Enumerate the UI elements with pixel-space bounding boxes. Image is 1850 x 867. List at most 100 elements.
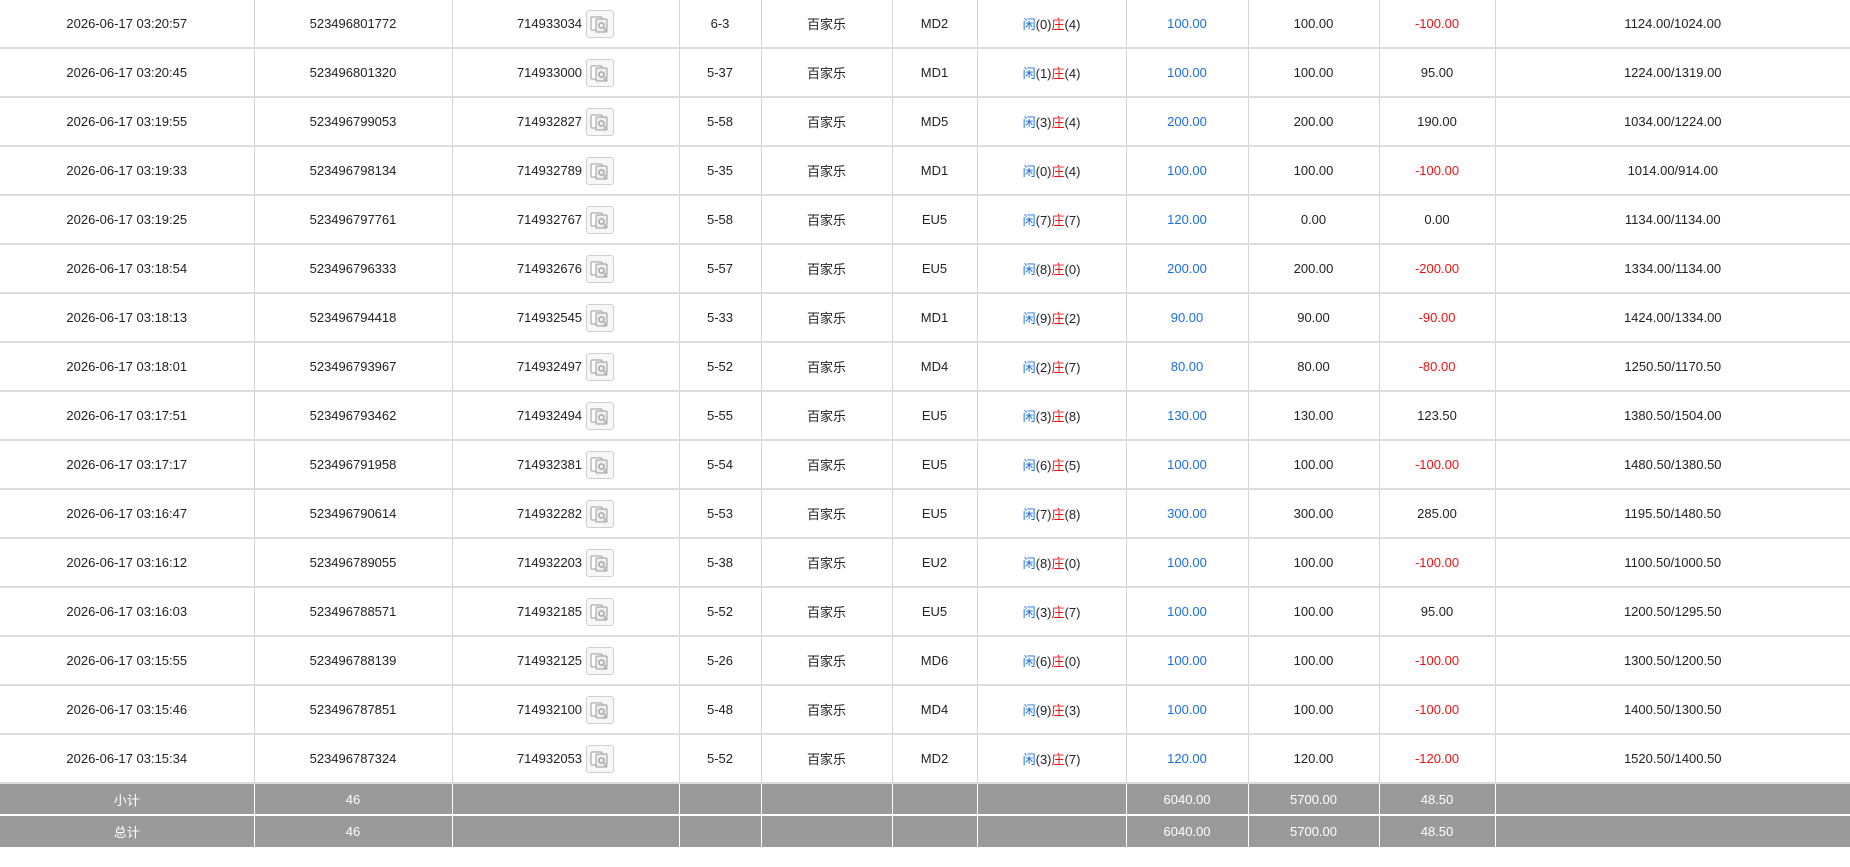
banker-label: 庄 [1051,703,1065,718]
table-row: 2026-06-17 03:16:03 523496788571 714932185… [0,587,1850,637]
card-detail-icon[interactable] [586,205,615,234]
valid-amount: 130.00 [1248,391,1380,441]
bet-amount: 100.00 [1126,440,1249,490]
banker-label: 庄 [1051,311,1065,326]
player-score: (1) [1035,66,1052,81]
banker-score: (7) [1064,605,1081,620]
table-row: 2026-06-17 03:20:57 523496801772 714933034… [0,0,1850,49]
valid-amount: 200.00 [1248,97,1380,147]
table-row: 2026-06-17 03:16:12 523496789055 714932203… [0,538,1850,588]
card-detail-icon[interactable] [586,303,615,332]
bet-time: 2026-06-17 03:19:55 [0,97,255,147]
bet-time: 2026-06-17 03:20:57 [0,0,255,49]
round-id: 714932494 [516,408,583,423]
banker-score: (8) [1064,409,1081,424]
game-name: 百家乐 [761,538,893,588]
balance-change: 1200.50/1295.50 [1495,587,1850,637]
player-score: (3) [1035,605,1052,620]
player-score: (6) [1035,458,1052,473]
card-detail-icon[interactable] [586,450,615,479]
balance-change: 1380.50/1504.00 [1495,391,1850,441]
game-name: 百家乐 [761,342,893,392]
round-cell: 714932125 [452,636,680,686]
card-detail-icon[interactable] [586,597,615,626]
win-loss: -100.00 [1379,685,1496,735]
bet-type: MD2 [892,734,978,784]
banker-score: (8) [1064,507,1081,522]
game-name: 百家乐 [761,636,893,686]
bet-amount: 100.00 [1126,587,1249,637]
player-score: (0) [1035,164,1052,179]
card-detail-icon[interactable] [586,9,615,38]
win-loss: -100.00 [1379,636,1496,686]
card-detail-icon[interactable] [586,254,615,283]
bet-amount: 130.00 [1126,391,1249,441]
player-label: 闲 [1022,262,1036,277]
player-score: (7) [1035,213,1052,228]
game-name: 百家乐 [761,685,893,735]
balance-change: 1300.50/1200.50 [1495,636,1850,686]
round-id: 714932767 [516,212,583,227]
game-name: 百家乐 [761,48,893,98]
banker-label: 庄 [1051,164,1065,179]
total-win-loss: 48.50 [1379,815,1496,849]
table-number: 5-53 [679,489,762,539]
player-label: 闲 [1022,605,1036,620]
win-loss: -100.00 [1379,146,1496,196]
banker-label: 庄 [1051,115,1065,130]
banker-label: 庄 [1051,409,1065,424]
card-detail-icon[interactable] [586,156,615,185]
bet-id: 523496794418 [254,293,453,343]
result-cell: 闲(0)庄(4) [977,146,1127,196]
card-detail-icon[interactable] [586,744,615,773]
round-cell: 714932545 [452,293,680,343]
card-detail-icon[interactable] [586,499,615,528]
card-detail-icon[interactable] [586,58,615,87]
result-cell: 闲(1)庄(4) [977,48,1127,98]
bet-records-table: 2026-06-17 03:20:57 523496801772 714933034… [0,0,1850,849]
result-cell: 闲(7)庄(8) [977,489,1127,539]
round-cell: 714932676 [452,244,680,294]
card-detail-icon[interactable] [586,646,615,675]
round-cell: 714932100 [452,685,680,735]
win-loss: -200.00 [1379,244,1496,294]
banker-score: (4) [1064,115,1081,130]
subtotal-row: 小计 46 6040.00 5700.00 48.50 [0,783,1850,816]
table-row: 2026-06-17 03:17:51 523496793462 714932494… [0,391,1850,441]
player-score: (3) [1035,752,1052,767]
card-detail-icon[interactable] [586,107,615,136]
result-cell: 闲(6)庄(5) [977,440,1127,490]
table-row: 2026-06-17 03:16:47 523496790614 714932282… [0,489,1850,539]
banker-label: 庄 [1051,262,1065,277]
result-cell: 闲(3)庄(7) [977,587,1127,637]
round-cell: 714932497 [452,342,680,392]
banker-score: (4) [1064,66,1081,81]
banker-label: 庄 [1051,605,1065,620]
player-score: (9) [1035,311,1052,326]
round-cell: 714932282 [452,489,680,539]
result-cell: 闲(9)庄(3) [977,685,1127,735]
round-id: 714933034 [516,16,583,31]
bet-type: MD6 [892,636,978,686]
win-loss: -100.00 [1379,440,1496,490]
balance-change: 1250.50/1170.50 [1495,342,1850,392]
bet-amount: 100.00 [1126,636,1249,686]
total-bet-amount: 6040.00 [1126,815,1249,849]
card-detail-icon[interactable] [586,352,615,381]
round-id: 714932497 [516,359,583,374]
bet-id: 523496788139 [254,636,453,686]
card-detail-icon[interactable] [586,695,615,724]
win-loss: 0.00 [1379,195,1496,245]
bet-type: EU5 [892,489,978,539]
card-detail-icon[interactable] [586,548,615,577]
result-cell: 闲(2)庄(7) [977,342,1127,392]
valid-amount: 100.00 [1248,587,1380,637]
table-number: 5-52 [679,342,762,392]
card-detail-icon[interactable] [586,401,615,430]
total-valid-amount: 5700.00 [1248,815,1380,849]
balance-change: 1334.00/1134.00 [1495,244,1850,294]
bet-id: 523496790614 [254,489,453,539]
round-cell: 714933000 [452,48,680,98]
bet-amount: 100.00 [1126,146,1249,196]
balance-change: 1400.50/1300.50 [1495,685,1850,735]
